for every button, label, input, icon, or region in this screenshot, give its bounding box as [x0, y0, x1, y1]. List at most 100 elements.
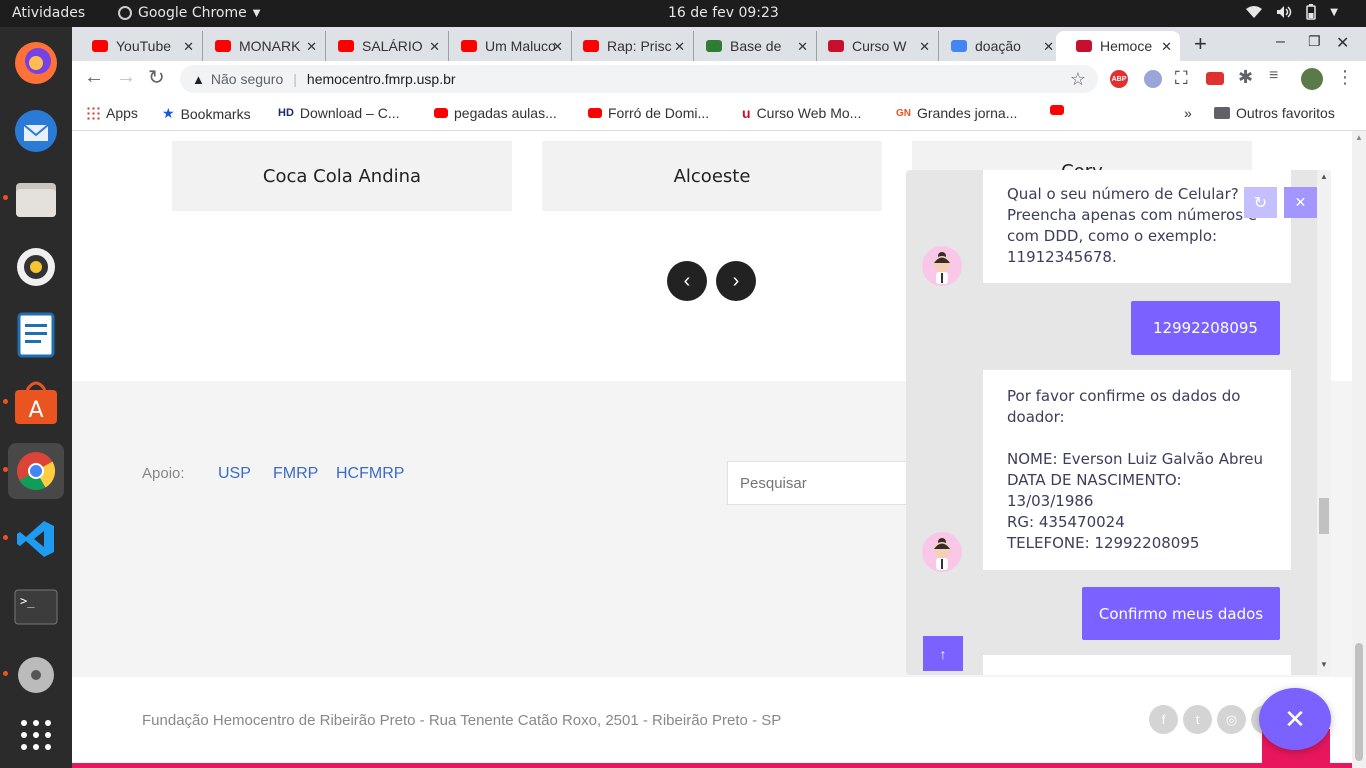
rhythmbox-launcher[interactable]	[8, 239, 64, 295]
bot-avatar	[922, 246, 962, 286]
close-chat-button[interactable]: ✕	[1284, 187, 1317, 218]
bookmark-label: Apps	[106, 105, 138, 121]
page-scrollbar[interactable]: ▲	[1352, 131, 1366, 768]
volume-icon	[1277, 6, 1292, 18]
bookmark-grandes[interactable]: GN Grandes jorna...	[896, 105, 1017, 121]
writer-launcher[interactable]	[8, 307, 64, 363]
disc-icon	[18, 657, 54, 693]
scrollbar-thumb[interactable]	[1355, 643, 1363, 761]
software-launcher[interactable]: A	[8, 375, 64, 431]
link-hcfmrp[interactable]: HCFMRP	[336, 465, 404, 483]
close-tab-icon[interactable]: ✕	[1161, 39, 1172, 55]
chat-scroll-up-arrow[interactable]: ▲	[1320, 172, 1328, 181]
tab-rap[interactable]: Rap: Prisc ✕	[563, 31, 694, 61]
show-apps-button[interactable]	[8, 707, 64, 763]
tab-monark[interactable]: MONARK ✕	[195, 31, 326, 61]
star-icon[interactable]: ☆	[1070, 69, 1086, 90]
youtube-icon	[338, 40, 354, 52]
puzzle-icon[interactable]: ✱	[1238, 67, 1253, 88]
search-input[interactable]	[727, 461, 927, 505]
bookmarks-overflow[interactable]: »	[1184, 105, 1192, 121]
address-bar[interactable]: ▲ Não seguro | hemocentro.fmrp.usp.br ☆	[180, 65, 1098, 93]
files-launcher[interactable]	[8, 171, 64, 227]
chrome-launcher[interactable]	[8, 443, 64, 499]
tab-youtube[interactable]: YouTube ✕	[72, 31, 203, 61]
partner-card[interactable]: Coca Cola Andina	[172, 141, 512, 211]
forward-button[interactable]: →	[116, 66, 136, 89]
twitter-icon[interactable]: t	[1183, 705, 1212, 734]
youtube-icon	[92, 40, 108, 52]
user-message: Confirmo meus dados	[1082, 587, 1280, 640]
wifi-icon	[1246, 6, 1263, 18]
link-usp[interactable]: USP	[218, 465, 251, 483]
udemy-icon	[828, 40, 844, 52]
bottom-accent-bar	[72, 763, 1352, 768]
close-window-button[interactable]: ✕	[1336, 33, 1349, 53]
minimize-button[interactable]: ‒	[1276, 33, 1285, 51]
bookmark-label: Curso Web Mo...	[756, 105, 862, 121]
screenshot-icon[interactable]: ⛶	[1175, 68, 1188, 89]
tab-google-doacao[interactable]: doação ✕	[931, 31, 1062, 61]
thunderbird-launcher[interactable]	[8, 103, 64, 159]
back-button[interactable]: ←	[84, 66, 104, 89]
close-tab-icon[interactable]: ✕	[183, 39, 194, 55]
chat-scrollbar[interactable]: ▲ ▼	[1317, 170, 1331, 675]
bookmark-pegadas[interactable]: pegadas aulas...	[434, 105, 557, 121]
restore-button[interactable]: ❐	[1308, 33, 1321, 50]
system-tray[interactable]: ▼	[1246, 4, 1338, 20]
activities-button[interactable]: Atividades	[12, 5, 85, 21]
partner-card[interactable]: Alcoeste	[542, 141, 882, 211]
tab-base-de[interactable]: Base de ✕	[686, 31, 817, 61]
tab-salario[interactable]: SALÁRIO ✕	[318, 31, 449, 61]
bookmark-other[interactable]: Outros favoritos	[1214, 105, 1335, 121]
bookmark-apps[interactable]: Apps	[86, 105, 138, 121]
firefox-launcher[interactable]	[8, 35, 64, 91]
tab-um-maluco[interactable]: Um Maluco ✕	[441, 31, 572, 61]
disc-launcher[interactable]	[8, 647, 64, 703]
bookmark-youtube[interactable]	[1050, 105, 1064, 115]
chat-scroll-down-arrow[interactable]: ▼	[1320, 660, 1328, 669]
close-tab-icon[interactable]: ✕	[306, 39, 317, 55]
close-tab-icon[interactable]: ✕	[552, 39, 563, 55]
close-tab-icon[interactable]: ✕	[674, 39, 685, 55]
vscode-launcher[interactable]	[8, 511, 64, 567]
restart-chat-button[interactable]: ↻	[1244, 187, 1277, 218]
menu-icon[interactable]: ⋮	[1336, 67, 1354, 88]
youtube-extension-icon[interactable]	[1206, 72, 1224, 85]
user-message: 12992208095	[1131, 301, 1280, 355]
scroll-up-arrow[interactable]: ▲	[1355, 133, 1363, 142]
close-tab-icon[interactable]: ✕	[1043, 39, 1054, 55]
bookmark-label: pegadas aulas...	[454, 105, 557, 121]
scroll-top-button[interactable]: ↑	[923, 636, 963, 671]
udemy-icon: u	[742, 105, 751, 121]
instagram-icon[interactable]: ◎	[1217, 705, 1246, 734]
reading-list-icon[interactable]: ≡	[1269, 67, 1278, 85]
bookmark-forro[interactable]: Forró de Domi...	[588, 105, 709, 121]
close-tab-icon[interactable]: ✕	[919, 39, 930, 55]
chat-toggle-button[interactable]: ✕	[1259, 688, 1331, 750]
close-tab-icon[interactable]: ✕	[429, 39, 440, 55]
link-fmrp[interactable]: FMRP	[273, 465, 318, 483]
partner-name: Coca Cola Andina	[262, 165, 422, 187]
adblock-icon[interactable]: ABP	[1110, 70, 1128, 88]
bookmark-download[interactable]: HD Download – C...	[278, 105, 400, 121]
tab-hemocentro[interactable]: Hemoce ✕	[1056, 31, 1180, 61]
new-tab-button[interactable]: +	[1194, 31, 1207, 57]
carousel-next-button[interactable]: ›	[716, 261, 756, 301]
chat-scrollbar-thumb[interactable]	[1319, 498, 1329, 534]
terminal-launcher[interactable]: >_	[8, 579, 64, 635]
profile-avatar[interactable]	[1301, 68, 1323, 90]
tab-curso-web[interactable]: Curso W ✕	[808, 31, 939, 61]
app-menu[interactable]: Google Chrome ▼	[118, 5, 260, 21]
close-tab-icon[interactable]: ✕	[797, 39, 808, 55]
terminal-icon: >_	[14, 589, 58, 625]
toolbar: ← → ↻ ▲ Não seguro | hemocentro.fmrp.usp…	[72, 61, 1366, 97]
extension-icon[interactable]	[1144, 70, 1162, 88]
clock[interactable]: 16 de fev 09:23	[668, 5, 779, 21]
bookmark-bookmarks[interactable]: ★ Bookmarks	[162, 105, 251, 122]
reload-button[interactable]: ↻	[148, 65, 165, 90]
facebook-icon[interactable]: f	[1149, 705, 1178, 734]
carousel-prev-button[interactable]: ‹	[667, 261, 707, 301]
bookmark-curso-web[interactable]: u Curso Web Mo...	[742, 105, 861, 121]
app-menu-label: Google Chrome	[138, 5, 247, 21]
